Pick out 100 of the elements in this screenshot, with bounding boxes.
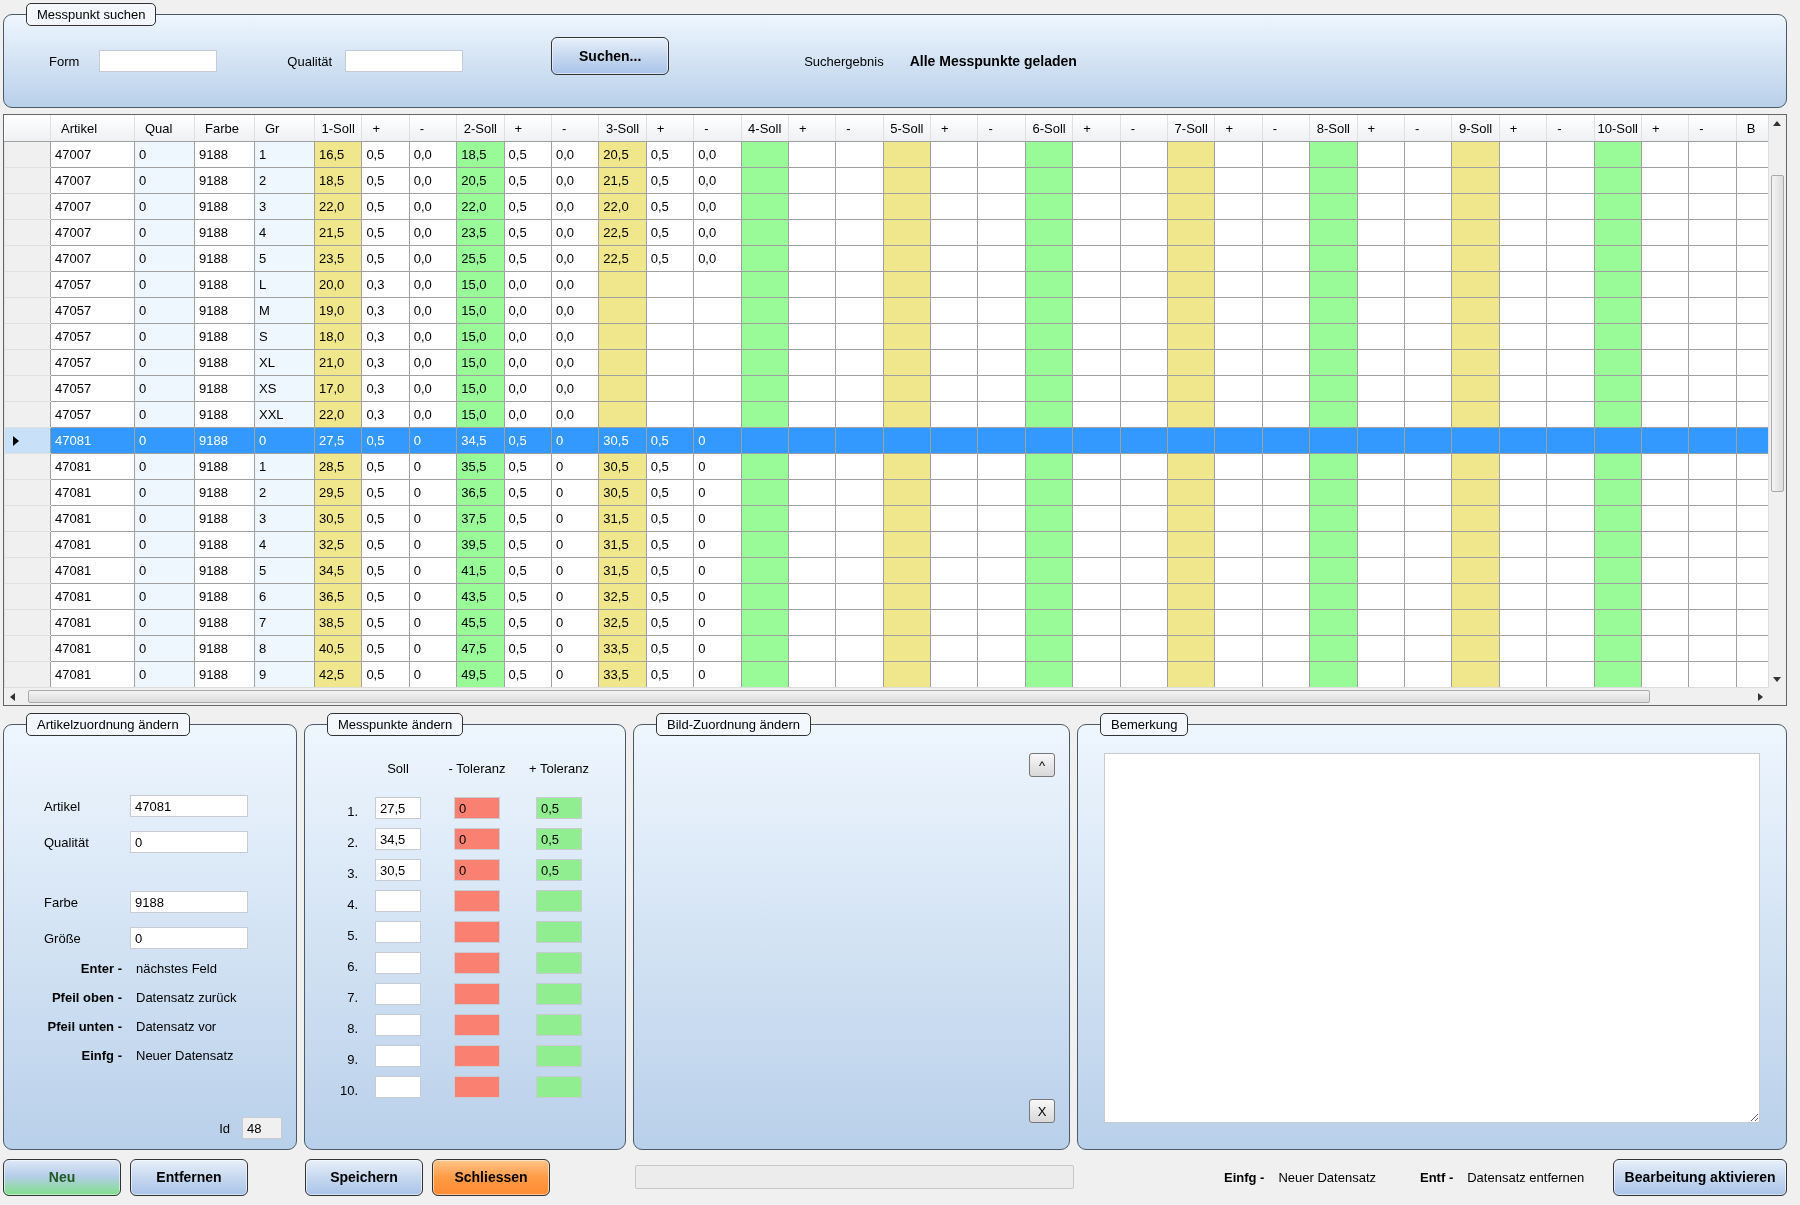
column-header[interactable]: 6-Soll — [1025, 115, 1073, 142]
grid-row[interactable]: 47057 0 9188 S 18,0 0,3 0,0 15,0 0,0 0,0 — [4, 323, 1769, 350]
input-field[interactable] — [536, 952, 582, 974]
column-header[interactable]: Artikel — [50, 115, 135, 142]
action-button[interactable]: Entfernen — [130, 1158, 248, 1196]
input-field[interactable] — [375, 983, 421, 1005]
input-field[interactable] — [454, 1076, 500, 1098]
column-header[interactable]: + — [646, 115, 694, 142]
up-button[interactable]: ^ — [1029, 753, 1055, 777]
column-header[interactable]: 10-Soll — [1594, 115, 1642, 142]
input-field[interactable]: 0,5 — [536, 828, 582, 850]
remark-field[interactable] — [1104, 753, 1760, 1123]
input-field[interactable]: 9188 — [130, 891, 248, 913]
column-header[interactable]: + — [361, 115, 410, 142]
id-field[interactable]: 48 — [242, 1117, 282, 1139]
grid-row[interactable]: 47081 0 9188 7 38,5 0,5 0 45,5 0,5 0 32,5 0,5 0 — [4, 609, 1769, 636]
grid-row[interactable]: 47057 0 9188 L 20,0 0,3 0,0 15,0 0,0 0,0 — [4, 271, 1769, 298]
grid-row[interactable]: 47057 0 9188 M 19,0 0,3 0,0 15,0 0,0 0,0 — [4, 297, 1769, 324]
input-field[interactable]: 0 — [454, 797, 500, 819]
input-field[interactable] — [375, 921, 421, 943]
column-header[interactable]: - — [1688, 115, 1737, 142]
column-header[interactable]: - — [409, 115, 457, 142]
column-header[interactable]: - — [1546, 115, 1595, 142]
input-field[interactable]: 34,5 — [375, 828, 421, 850]
column-header[interactable]: + — [788, 115, 836, 142]
column-header[interactable]: Gr — [254, 115, 315, 142]
input-field[interactable] — [375, 890, 421, 912]
action-button[interactable]: Neu — [3, 1158, 121, 1196]
action-button[interactable]: Schliessen — [432, 1158, 550, 1196]
input-field[interactable]: 0 — [454, 828, 500, 850]
grid-row[interactable]: 47081 0 9188 2 29,5 0,5 0 36,5 0,5 0 30,5 0,5 0 — [4, 479, 1769, 506]
column-header[interactable]: - — [1120, 115, 1168, 142]
grid-row[interactable]: 47081 0 9188 1 28,5 0,5 0 35,5 0,5 0 30,5 0,5 0 — [4, 453, 1769, 480]
column-header[interactable]: - — [551, 115, 599, 142]
remove-button[interactable]: X — [1029, 1099, 1055, 1123]
input-field[interactable]: 0 — [130, 927, 248, 949]
column-header[interactable]: + — [1214, 115, 1263, 142]
column-header[interactable]: + — [1072, 115, 1121, 142]
input-field[interactable] — [536, 983, 582, 1005]
scroll-left-icon[interactable] — [10, 693, 15, 701]
input-field[interactable]: 47081 — [130, 795, 248, 817]
column-header[interactable]: 4-Soll — [741, 115, 789, 142]
grid-row[interactable]: 47081 0 9188 6 36,5 0,5 0 43,5 0,5 0 32,5 0,5 0 — [4, 583, 1769, 610]
scrollbar-thumb[interactable] — [28, 690, 1650, 703]
input-field[interactable] — [454, 952, 500, 974]
vertical-scrollbar[interactable] — [1768, 115, 1786, 688]
column-header[interactable]: 7-Soll — [1167, 115, 1215, 142]
search-button[interactable]: Suchen... — [551, 37, 670, 75]
input-field[interactable]: 27,5 — [375, 797, 421, 819]
grid-row[interactable]: 47007 0 9188 4 21,5 0,5 0,0 23,5 0,5 0,0 22,5 0,5 0,0 — [4, 219, 1769, 246]
input-field[interactable] — [536, 1076, 582, 1098]
scroll-up-icon[interactable] — [1773, 121, 1781, 126]
grid-row[interactable]: 47007 0 9188 2 18,5 0,5 0,0 20,5 0,5 0,0 21,5 0,5 0,0 — [4, 167, 1769, 194]
action-button[interactable]: Speichern — [305, 1158, 423, 1196]
column-header[interactable]: Farbe — [194, 115, 255, 142]
column-header[interactable]: Qual — [134, 115, 195, 142]
column-header[interactable]: + — [1499, 115, 1547, 142]
scroll-down-icon[interactable] — [1773, 677, 1781, 682]
input-field[interactable] — [536, 890, 582, 912]
column-header[interactable]: 2-Soll — [456, 115, 505, 142]
input-field[interactable] — [375, 1045, 421, 1067]
input-field[interactable] — [454, 890, 500, 912]
grid-row[interactable]: 47007 0 9188 5 23,5 0,5 0,0 25,5 0,5 0,0 22,5 0,5 0,0 — [4, 245, 1769, 272]
input-field[interactable]: 0 — [130, 831, 248, 853]
grid-row[interactable]: 47081 0 9188 5 34,5 0,5 0 41,5 0,5 0 31,5 0,5 0 — [4, 557, 1769, 584]
input-field[interactable] — [454, 983, 500, 1005]
column-header[interactable]: - — [835, 115, 884, 142]
column-header[interactable]: - — [977, 115, 1026, 142]
column-header[interactable]: 5-Soll — [883, 115, 931, 142]
input-field[interactable]: 0,5 — [536, 859, 582, 881]
grid-row[interactable]: 47057 0 9188 XL 21,0 0,3 0,0 15,0 0,0 0,0 — [4, 349, 1769, 376]
grid-row[interactable]: 47081 0 9188 8 40,5 0,5 0 47,5 0,5 0 33,5 0,5 0 — [4, 635, 1769, 662]
input-field[interactable] — [536, 1014, 582, 1036]
grid-row[interactable]: 47081 0 9188 3 30,5 0,5 0 37,5 0,5 0 31,5 0,5 0 — [4, 505, 1769, 532]
grid-row[interactable]: 47057 0 9188 XS 17,0 0,3 0,0 15,0 0,0 0,0 — [4, 375, 1769, 402]
input-field[interactable]: 30,5 — [375, 859, 421, 881]
input-field[interactable] — [536, 1045, 582, 1067]
input-field[interactable] — [375, 952, 421, 974]
column-header[interactable]: 8-Soll — [1309, 115, 1358, 142]
input-field[interactable] — [454, 1045, 500, 1067]
scroll-right-icon[interactable] — [1758, 693, 1763, 701]
grid-row[interactable]: 47057 0 9188 XXL 22,0 0,3 0,0 15,0 0,0 0,0 — [4, 401, 1769, 428]
input-field[interactable] — [375, 1076, 421, 1098]
input-field[interactable]: 0,5 — [536, 797, 582, 819]
grid-row[interactable]: 47007 0 9188 1 16,5 0,5 0,0 18,5 0,5 0,0 20,5 0,5 0,0 — [4, 141, 1769, 168]
row-header[interactable] — [4, 427, 51, 454]
input-field[interactable] — [454, 1014, 500, 1036]
quality-field[interactable] — [345, 50, 464, 72]
column-header[interactable]: - — [693, 115, 741, 142]
scrollbar-thumb[interactable] — [1771, 175, 1784, 492]
input-field[interactable]: 0 — [454, 859, 500, 881]
column-header[interactable]: 3-Soll — [598, 115, 647, 142]
input-field[interactable] — [536, 921, 582, 943]
column-header[interactable]: - — [1262, 115, 1310, 142]
edit-button[interactable]: Bearbeitung aktivieren — [1613, 1158, 1787, 1196]
input-field[interactable] — [454, 921, 500, 943]
grid-row[interactable]: 47081 0 9188 4 32,5 0,5 0 39,5 0,5 0 31,5 0,5 0 — [4, 531, 1769, 558]
input-field[interactable] — [375, 1014, 421, 1036]
grid-row[interactable]: 47007 0 9188 3 22,0 0,5 0,0 22,0 0,5 0,0 22,0 0,5 0,0 — [4, 193, 1769, 220]
column-header[interactable]: + — [930, 115, 978, 142]
